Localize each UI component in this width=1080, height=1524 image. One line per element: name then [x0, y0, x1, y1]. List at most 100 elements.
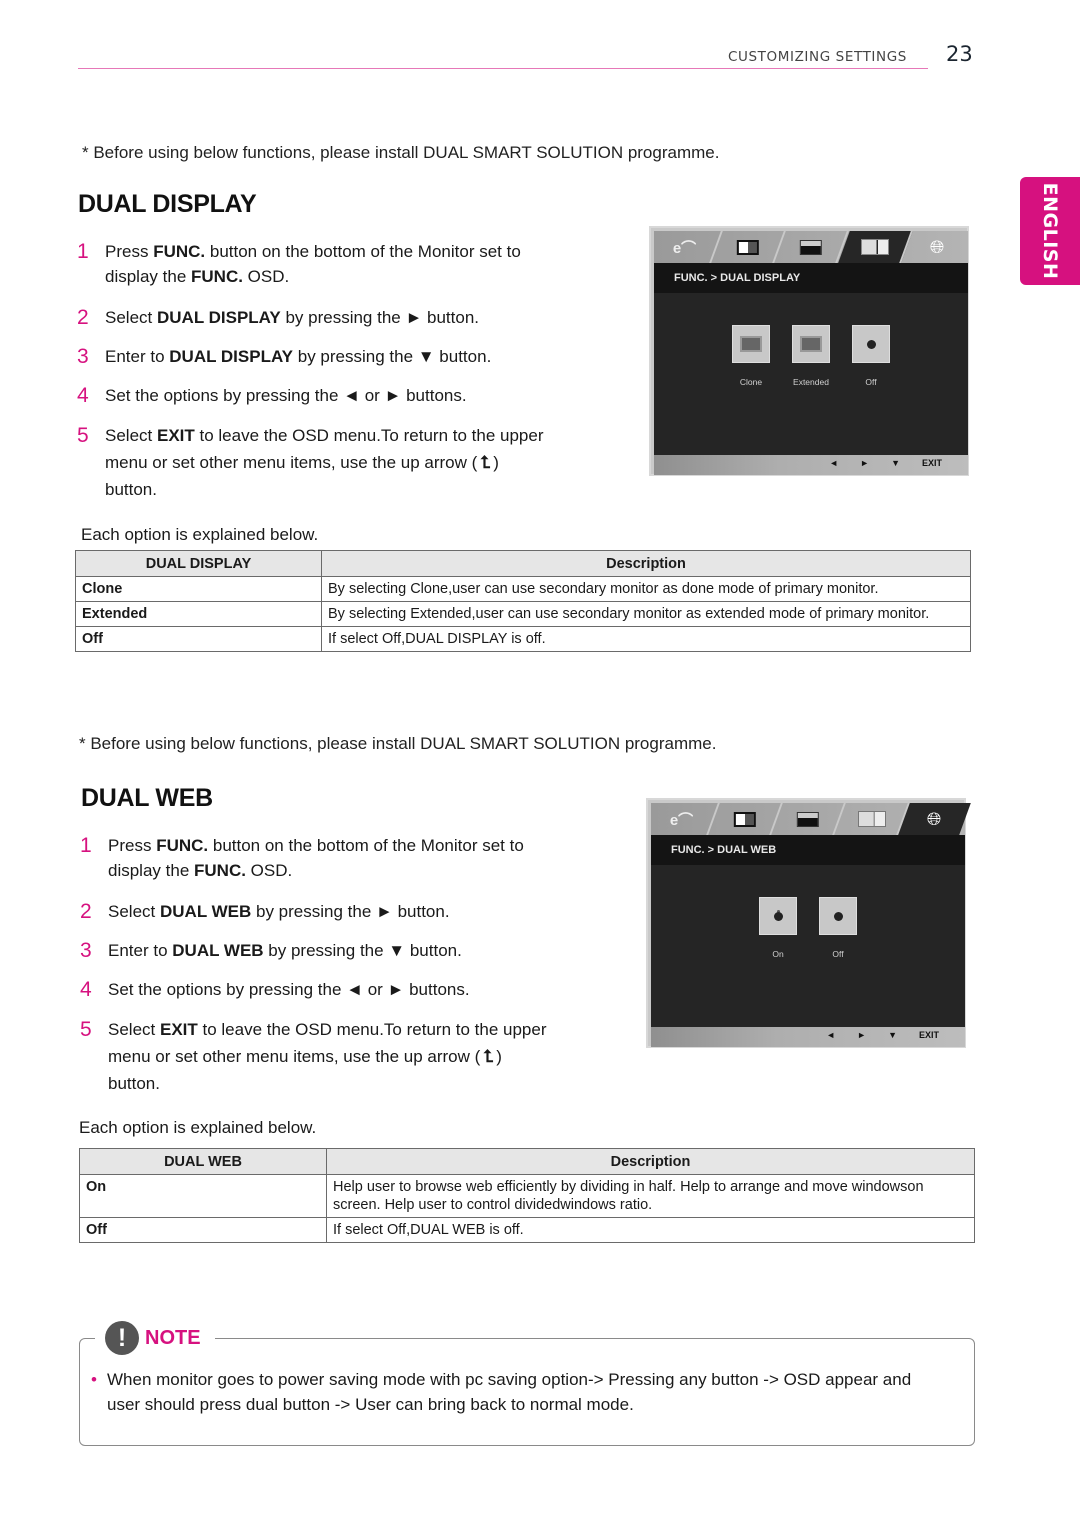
- table-header: DUAL WEB: [79, 1148, 327, 1175]
- step-bold: FUNC.: [191, 267, 243, 286]
- step-number: 1: [77, 240, 89, 263]
- right-key[interactable]: ►: [860, 458, 869, 468]
- step-bold: DUAL WEB: [159, 902, 252, 921]
- osd-body: On Off: [651, 865, 965, 1027]
- osd-option-off[interactable]: Off: [852, 325, 890, 387]
- osd-tab-dual-display[interactable]: [837, 231, 913, 263]
- option-key: Extended: [75, 601, 322, 627]
- step-text: by pressing the ► button.: [251, 902, 450, 921]
- table-row: Off If select Off,DUAL DISPLAY is off.: [75, 626, 971, 652]
- osd-tab-dual-web[interactable]: 🌐︎: [897, 803, 971, 835]
- bulb-on-icon: [759, 897, 797, 935]
- step-number: 4: [80, 978, 92, 1001]
- osd-body: Clone Extended Off: [654, 293, 968, 455]
- globe-icon: 🌐︎: [930, 236, 945, 257]
- exit-key[interactable]: EXIT: [922, 458, 942, 468]
- osd-tab-bars[interactable]: [774, 231, 850, 263]
- table-header-row: DUAL WEB Description: [79, 1148, 975, 1175]
- bulb-off-icon: [852, 325, 890, 363]
- osd-options: On Off: [651, 897, 965, 959]
- osd-option-clone[interactable]: Clone: [732, 325, 770, 387]
- option-desc: Help user to browse web efficiently by d…: [326, 1174, 975, 1218]
- step-number: 5: [80, 1018, 92, 1041]
- steps-dual-web: 1 Press FUNC. button on the bottom of th…: [80, 833, 550, 1097]
- step-number: 4: [77, 384, 89, 407]
- osd-tabs: e⌒ 🌐︎: [645, 803, 971, 835]
- osd-tab-bars[interactable]: [771, 803, 847, 835]
- note-label: NOTE: [145, 1326, 201, 1349]
- step-text: Select: [108, 1020, 160, 1039]
- table-row: Extended By selecting Extended,user can …: [75, 601, 971, 627]
- exit-key[interactable]: EXIT: [919, 1030, 939, 1040]
- step-bold: EXIT: [156, 426, 195, 445]
- step-bold: DUAL DISPLAY: [156, 308, 281, 327]
- step-number: 3: [80, 939, 92, 962]
- step: 2 Select DUAL WEB by pressing the ► butt…: [80, 899, 550, 924]
- step-number: 5: [77, 424, 89, 447]
- osd-option-on[interactable]: On: [759, 897, 797, 959]
- down-key[interactable]: ▼: [888, 1030, 897, 1040]
- clone-icon: [732, 325, 770, 363]
- right-key[interactable]: ►: [857, 1030, 866, 1040]
- bullet-icon: •: [91, 1370, 97, 1389]
- step-bold: EXIT: [159, 1020, 198, 1039]
- bulb-off-icon: [819, 897, 857, 935]
- option-key: Off: [79, 1217, 327, 1243]
- left-key[interactable]: ◄: [826, 1030, 835, 1040]
- left-key[interactable]: ◄: [829, 458, 838, 468]
- step-text: by pressing the ► button.: [280, 308, 480, 327]
- each-option-text: Each option is explained below.: [81, 525, 319, 544]
- install-note: * Before using below functions, please i…: [79, 734, 717, 753]
- step-text: by pressing the ▼ button.: [263, 941, 462, 960]
- exclamation-icon: !: [105, 1321, 139, 1355]
- table-row: Off If select Off,DUAL WEB is off.: [79, 1217, 975, 1243]
- step: 1 Press FUNC. button on the bottom of th…: [77, 239, 547, 289]
- step-text: Select: [108, 902, 160, 921]
- table-row: On Help user to browse web efficiently b…: [79, 1174, 975, 1218]
- step: 5 Select EXIT to leave the OSD menu.To r…: [77, 422, 547, 503]
- language-tab[interactable]: ENGLISH: [1020, 177, 1080, 285]
- option-desc: If select Off,DUAL DISPLAY is off.: [321, 626, 971, 652]
- step-number: 2: [77, 306, 89, 329]
- picture-mode-icon: [736, 239, 759, 255]
- dual-web-table: DUAL WEB Description On Help user to bro…: [79, 1148, 975, 1243]
- osd-footer: ◄ ► ▼ EXIT: [651, 1027, 965, 1047]
- eco-icon: e⌒: [672, 239, 697, 257]
- step-bold: FUNC.: [194, 861, 246, 880]
- option-desc: By selecting Clone,user can use secondar…: [321, 576, 971, 602]
- dual-display-table: DUAL DISPLAY Description Clone By select…: [75, 550, 971, 652]
- osd-dual-web: e⌒ 🌐︎ FUNC. > DUAL WEB On Off ◄ ► ▼ EXIT: [645, 798, 971, 1048]
- step-number: 2: [80, 900, 92, 923]
- down-key[interactable]: ▼: [891, 458, 900, 468]
- option-desc: If select Off,DUAL WEB is off.: [326, 1217, 975, 1243]
- table-header: Description: [326, 1148, 975, 1175]
- install-note: * Before using below functions, please i…: [82, 143, 720, 162]
- osd-tab-dual-web[interactable]: 🌐︎: [901, 231, 974, 263]
- step: 5 Select EXIT to leave the OSD menu.To r…: [80, 1016, 550, 1097]
- osd-tab-dual-display[interactable]: [834, 803, 910, 835]
- osd-option-extended[interactable]: Extended: [792, 325, 830, 387]
- step-text: Press: [105, 242, 154, 261]
- dual-display-icon: [857, 811, 886, 827]
- each-option-text: Each option is explained below.: [79, 1118, 317, 1137]
- page-number: 23: [946, 42, 973, 66]
- option-desc: By selecting Extended,user can use secon…: [321, 601, 971, 627]
- step-number: 1: [80, 834, 92, 857]
- table-row: Clone By selecting Clone,user can use se…: [75, 576, 971, 602]
- step-number: 3: [77, 345, 89, 368]
- osd-tabs: e⌒ 🌐︎: [648, 231, 968, 263]
- steps-dual-display: 1 Press FUNC. button on the bottom of th…: [77, 239, 547, 503]
- step-text: Select: [105, 426, 157, 445]
- eco-icon: e⌒: [669, 811, 694, 829]
- osd-footer: ◄ ► ▼ EXIT: [654, 455, 968, 475]
- picture-mode-icon: [733, 811, 756, 827]
- osd-option-off[interactable]: Off: [819, 897, 857, 959]
- step-text: by pressing the ▼ button.: [293, 347, 492, 366]
- step-bold: FUNC.: [153, 242, 206, 261]
- osd-dual-display: e⌒ 🌐︎ FUNC. > DUAL DISPLAY Clone Extende…: [648, 226, 969, 476]
- table-header: DUAL DISPLAY: [75, 550, 322, 577]
- osd-breadcrumb: FUNC. > DUAL WEB: [651, 835, 965, 865]
- step: 3 Enter to DUAL DISPLAY by pressing the …: [77, 344, 547, 369]
- section-title-dual-display: DUAL DISPLAY: [78, 190, 257, 218]
- step: 4 Set the options by pressing the ◄ or ►…: [80, 977, 550, 1002]
